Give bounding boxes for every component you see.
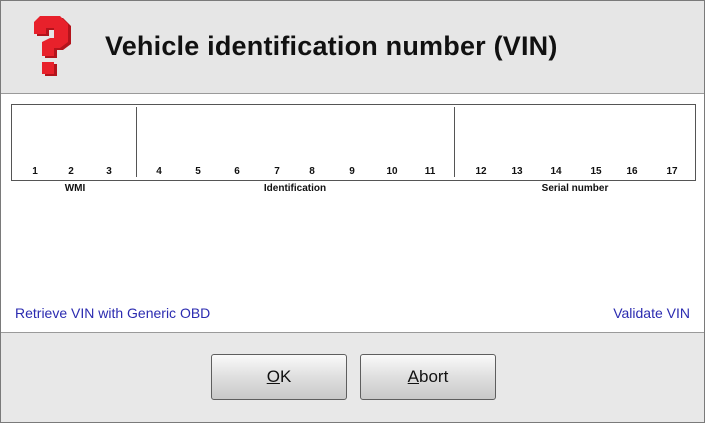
abort-button-mnemonic: A [407,367,420,386]
abort-button[interactable]: Abort [360,354,496,400]
vin-position-label: 9 [349,166,355,177]
group-label-identification: Identification [263,183,327,194]
dialog-footer: OK Abort [1,333,704,422]
vin-position-label: 3 [106,166,112,177]
vin-position-label: 6 [234,166,240,177]
vin-position-label: 12 [475,166,487,177]
vin-position-label: 15 [590,166,602,177]
ok-button[interactable]: OK [211,354,347,400]
ok-button-label: K [279,367,292,386]
vin-input-box[interactable]: 1 2 3 4 5 6 7 8 9 10 11 12 13 14 15 16 1… [11,104,696,181]
dialog-content: 1 2 3 4 5 6 7 8 9 10 11 12 13 14 15 16 1… [1,94,704,333]
dialog-title: Vehicle identification number (VIN) [105,31,558,61]
vin-position-label: 17 [666,166,678,177]
abort-button-label: bort [419,367,449,386]
vin-separator-wmi [136,107,137,177]
vin-separator-serial [454,107,455,177]
vin-position-label: 11 [424,166,436,177]
vin-position-label: 4 [156,166,162,177]
vin-position-label: 1 [32,166,38,177]
group-label-wmi: WMI [64,183,86,194]
validate-vin-link[interactable]: Validate VIN [613,305,690,321]
vin-position-label: 10 [386,166,398,177]
retrieve-vin-link[interactable]: Retrieve VIN with Generic OBD [15,305,210,321]
dialog-header: Vehicle identification number (VIN) [1,1,704,94]
vin-position-label: 13 [511,166,523,177]
ok-button-mnemonic: O [266,367,280,386]
vin-dialog: Vehicle identification number (VIN) 1 2 … [0,0,705,423]
vin-position-label: 14 [550,166,562,177]
vin-position-label: 5 [195,166,201,177]
question-mark-icon [34,16,71,76]
vin-position-label: 16 [626,166,638,177]
vin-position-label: 8 [309,166,315,177]
group-label-serial-number: Serial number [541,183,609,194]
vin-position-label: 7 [274,166,280,177]
vin-position-label: 2 [68,166,74,177]
